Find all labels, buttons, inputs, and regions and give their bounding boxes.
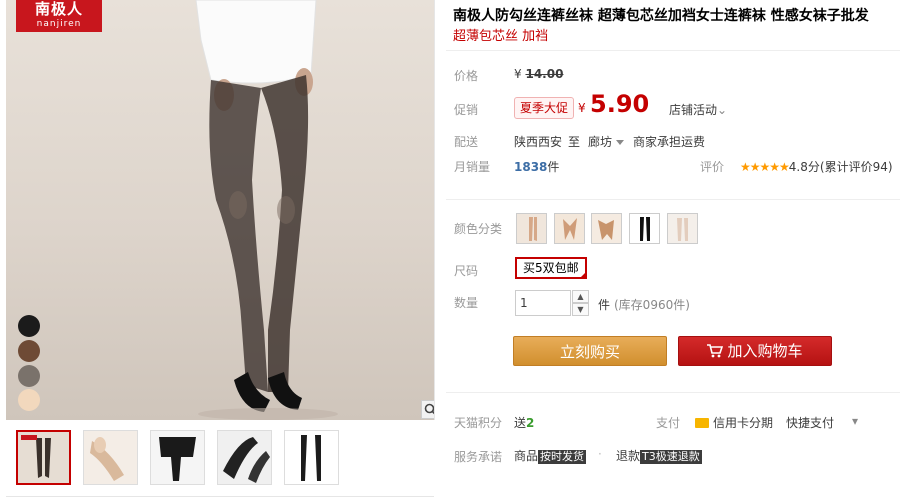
delivery-label: 配送 [454,135,479,149]
divider [446,50,900,51]
color-dot-black [18,315,40,337]
quantity-label: 数量 [454,296,479,310]
magnifier-icon[interactable] [421,400,434,419]
credit-card-label: 信用卡分期 [713,416,774,430]
add-to-cart-button[interactable]: 加入购物车 [678,336,832,366]
points-label: 天猫积分 [454,416,503,430]
promo-tag: 夏季大促 [514,97,575,119]
credit-card-installment[interactable]: 信用卡分期 [695,414,773,431]
points-give-word: 送 [514,416,527,430]
star-icon: ★★★★★ [740,160,790,174]
thumbnail-strip [16,430,339,485]
sales-label: 月销量 [454,160,491,174]
original-price: ¥ 14.00 [514,67,563,81]
payment-label: 支付 [656,416,681,430]
caret-down-icon [615,140,624,145]
delivery-from: 陕西西安 [514,135,563,149]
chevron-down-icon: ⌄ [717,103,728,117]
color-option-3[interactable] [591,213,622,244]
add-to-cart-label: 加入购物车 [727,342,803,360]
brand-logo-cn: 南极人 [34,0,83,18]
points-amount: 2 [526,416,535,430]
color-option-4[interactable] [629,213,660,244]
service-ontime-delivery[interactable]: 商品 按时发货 [514,447,587,464]
payment-more-chevron-icon[interactable]: ▾ [852,414,858,428]
color-label: 颜色分类 [454,222,503,236]
cart-icon [707,344,724,358]
brand-logo-en: nanjiren [36,19,82,29]
shipping-fee-note: 商家承担运费 [633,135,706,149]
service-item2-badge: T3极速退款 [640,450,702,464]
color-option-1[interactable] [516,213,547,244]
color-option-5[interactable] [667,213,698,244]
credit-card-icon [695,418,709,428]
divider [446,199,900,200]
price-label: 价格 [454,69,479,83]
divider [446,392,900,393]
thumbnail-5[interactable] [284,430,339,485]
service-fast-refund[interactable]: 退款 T3极速退款 [616,447,702,464]
thumbnail-1[interactable] [16,430,71,485]
thumbnail-3[interactable] [150,430,205,485]
thumbnail-4[interactable] [217,430,272,485]
thumbnail-2[interactable] [83,430,138,485]
original-price-value: 14.00 [525,67,564,81]
quantity-decrease-button[interactable]: ▼ [572,303,589,316]
divider [6,496,434,497]
destination-label: 廊坊 [588,135,613,149]
promo-currency: ¥ [578,101,586,115]
service-dot: · [598,447,602,461]
legwear-photo [195,0,338,420]
store-promo-label: 店铺活动 [669,103,718,117]
quantity-unit: 件 [598,298,611,312]
product-title: 南极人防勾丝连裤丝袜 超薄包芯丝加裆女士连裤袜 性感女袜子批发 [453,8,869,24]
size-option-label: 买5双包邮 [523,261,579,275]
delivery-to-word: 至 [568,135,581,149]
quick-pay-option[interactable]: 快捷支付 [786,414,834,431]
service-label: 服务承诺 [454,450,503,464]
sales-number: 1838 [514,160,548,174]
quantity-increase-button[interactable]: ▲ [572,290,589,303]
color-option-2[interactable] [554,213,585,244]
main-product-image[interactable]: 南极人 nanjiren [6,0,435,420]
quantity-input[interactable]: 1 [515,290,571,316]
rating-summary[interactable]: ★★★★★4.8分(累计评价94) [740,158,893,175]
promo-price: 5.90 [590,90,650,118]
color-dot-skin [18,389,40,411]
original-price-currency: ¥ [514,67,522,81]
buy-now-button[interactable]: 立刻购买 [513,336,667,366]
rating-text: 4.8分(累计评价94) [788,160,893,174]
color-dot-coffee [18,340,40,362]
service-item1-prefix: 商品 [514,449,539,463]
size-option-selected[interactable]: 买5双包邮 [515,257,587,279]
store-promo-dropdown[interactable]: 店铺活动⌄ [669,101,727,118]
brand-logo: 南极人 nanjiren [16,0,102,32]
size-label: 尺码 [454,264,479,278]
rating-label: 评价 [700,160,725,174]
destination-select[interactable]: 廊坊 [588,133,624,150]
color-dot-grey [18,365,40,387]
promo-label: 促销 [454,103,479,117]
points-value: 送2 [514,414,534,431]
sales-count: 1838件 [514,158,559,175]
sales-unit: 件 [547,160,560,174]
stock-count: (库存0960件) [614,298,690,312]
selected-check-icon [578,271,587,279]
product-subtitle: 超薄包芯丝 加裆 [453,29,549,44]
service-item1-badge: 按时发货 [538,450,587,464]
service-item2-prefix: 退款 [616,449,641,463]
